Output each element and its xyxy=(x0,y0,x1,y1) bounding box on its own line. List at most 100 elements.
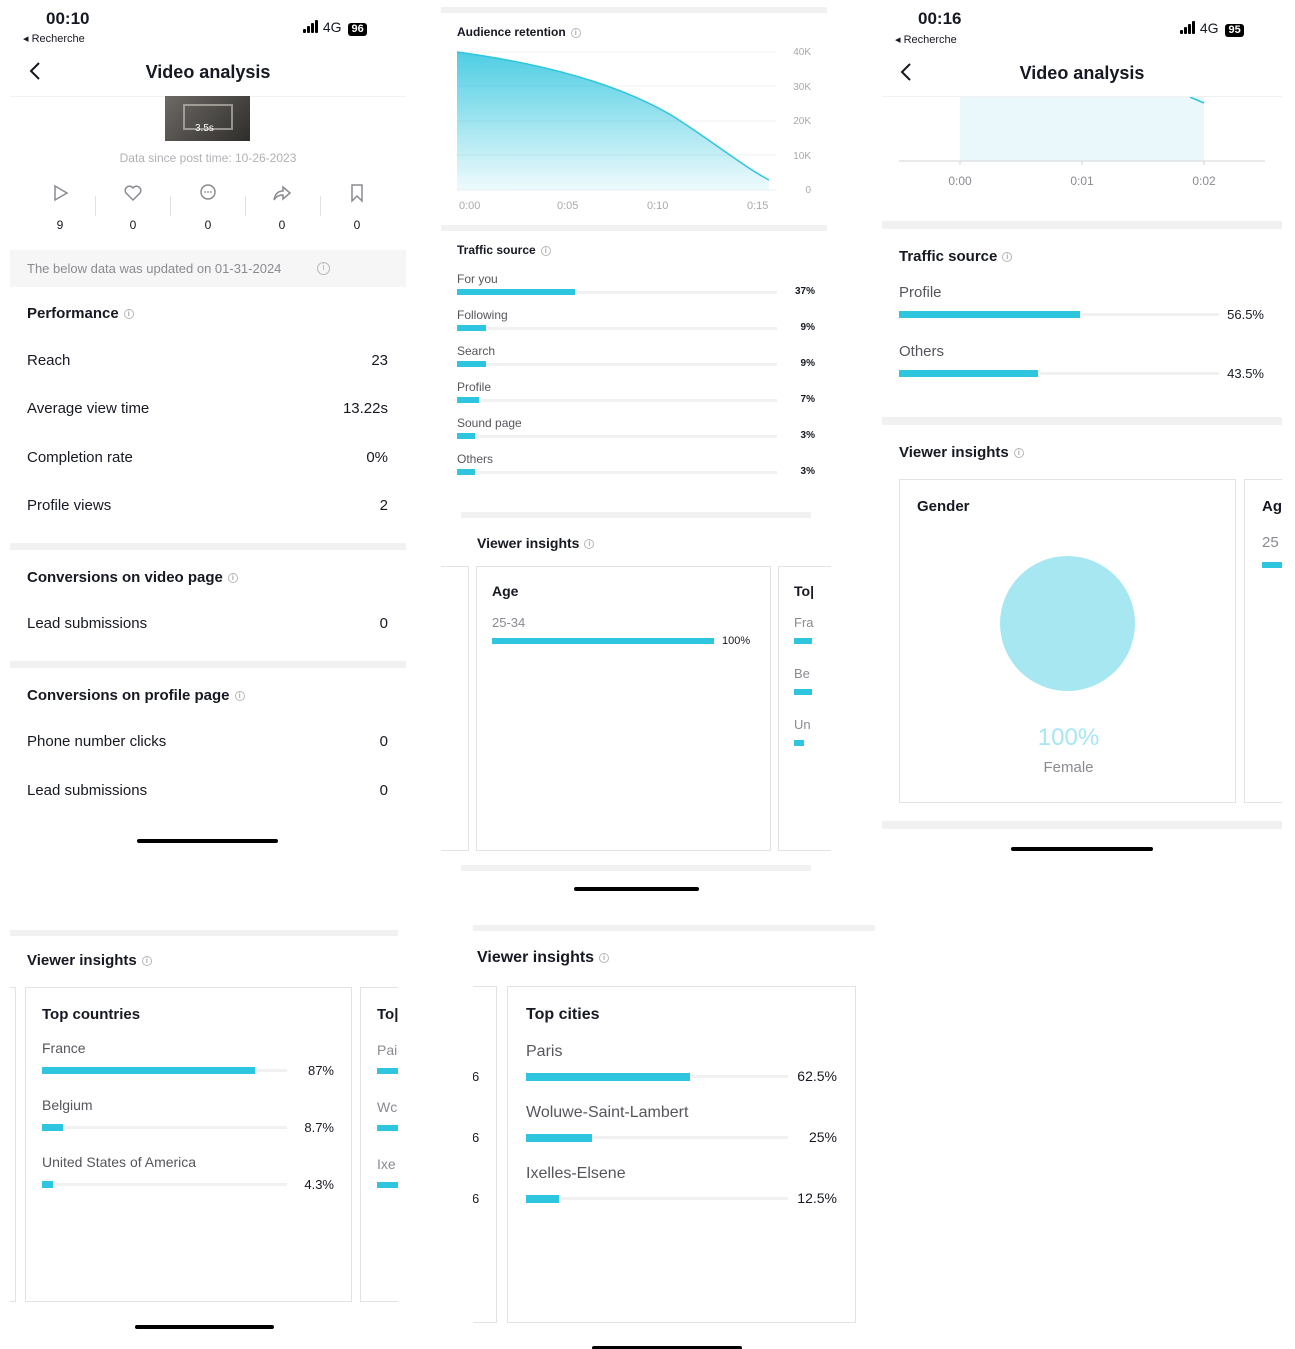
partial-item: Be xyxy=(794,666,810,681)
traffic-source-value: 3% xyxy=(800,430,815,441)
partial-bar xyxy=(377,1125,398,1131)
traffic-source-bar xyxy=(457,469,475,475)
reach-label: Reach xyxy=(27,352,71,369)
country-bar xyxy=(42,1067,255,1074)
partial-item: Pai xyxy=(377,1042,398,1058)
traffic-source-track xyxy=(457,435,777,438)
country-label: Belgium xyxy=(42,1097,93,1113)
age-card-title: Age xyxy=(492,583,519,599)
country-track xyxy=(42,1126,287,1129)
video-lead-submissions-label: Lead submissions xyxy=(27,615,148,632)
x-tick-label: 0:10 xyxy=(647,200,668,212)
page-title: Video analysis xyxy=(145,62,271,82)
traffic-source-bar xyxy=(457,397,479,403)
traffic-source-label: Others xyxy=(899,343,945,360)
engagement-saves: 0 xyxy=(342,183,372,232)
engagement-comments: 0 xyxy=(193,183,223,232)
viewer-insights-title: Viewer insights i xyxy=(27,952,152,969)
signal-icon xyxy=(303,20,319,36)
partial-bar xyxy=(1262,562,1282,568)
city-label: Ixelles-Elsene xyxy=(526,1165,626,1182)
info-icon[interactable]: i xyxy=(570,27,581,38)
panel-retention-traffic: Audience retention i 40K 30K 20K 10K 0 0:… xyxy=(441,0,831,900)
partial-bar xyxy=(794,689,812,695)
retention-chart: 40K 30K 20K 10K 0 0:00 0:05 0:10 0:15 xyxy=(456,47,811,212)
home-indicator[interactable] xyxy=(135,1325,274,1329)
home-indicator[interactable] xyxy=(1011,847,1153,851)
battery-icon: 95 xyxy=(1225,24,1244,37)
retention-title: Audience retention i xyxy=(457,25,581,39)
panel-traffic-gender: 00:16 ◂ Recherche 4G 95 Video analysis 0… xyxy=(882,0,1282,870)
partial-right-card[interactable]: To| Fra Be Un xyxy=(778,566,831,851)
age-range-label: 25-34 xyxy=(492,615,526,630)
signal-icon xyxy=(1180,21,1196,37)
conversions-video-title-text: Conversions on video page xyxy=(27,569,223,586)
info-icon[interactable]: i xyxy=(1002,252,1013,263)
profile-lead-submissions-value: 0 xyxy=(379,782,388,799)
comments-count: 0 xyxy=(204,218,212,232)
traffic-source-track xyxy=(457,471,777,474)
top-divider xyxy=(473,925,875,931)
section-divider xyxy=(882,417,1282,425)
partial-card-title: Ag xyxy=(1262,498,1282,515)
traffic-source-value: 37% xyxy=(794,286,815,297)
info-icon[interactable]: i xyxy=(141,956,152,967)
network-label: 4G xyxy=(1199,20,1219,36)
info-icon[interactable]: i xyxy=(227,573,238,584)
partial-item: 25 xyxy=(1262,534,1279,551)
reach-value: 23 xyxy=(371,352,388,369)
home-indicator[interactable] xyxy=(137,839,278,843)
x-tick-label: 0:05 xyxy=(557,200,578,212)
city-value: 12.5% xyxy=(797,1190,837,1206)
age-card[interactable]: Age 25-34 100% xyxy=(476,566,771,851)
partial-age-card[interactable]: Ag 25 xyxy=(1244,479,1282,803)
partial-right-card[interactable]: To| Pai Wc Ixe xyxy=(360,987,398,1302)
info-icon[interactable]: i xyxy=(540,245,551,256)
traffic-source-title-text: Traffic source xyxy=(457,243,536,257)
partial-left-card[interactable]: 6 6 6 xyxy=(473,986,497,1323)
x-tick-label: 0:15 xyxy=(747,200,768,212)
country-value: 8.7% xyxy=(304,1120,334,1135)
retention-title-text: Audience retention xyxy=(457,25,566,39)
home-indicator[interactable] xyxy=(574,887,699,891)
avg-view-time-value: 13.22s xyxy=(342,400,388,417)
back-to-search-link[interactable]: ◂ Recherche xyxy=(23,32,85,45)
x-tick-label: 0:00 xyxy=(459,200,480,212)
traffic-source-value: 3% xyxy=(800,466,815,477)
updated-notice-text: The below data was updated on 01-31-2024 xyxy=(27,261,282,276)
country-value: 4.3% xyxy=(304,1177,334,1192)
top-countries-card[interactable]: Top countries France 87% Belgium 8.7% United… xyxy=(25,987,352,1302)
back-to-search-link[interactable]: ◂ Recherche xyxy=(895,33,957,46)
phone-clicks-value: 0 xyxy=(379,733,388,750)
gender-card[interactable]: Gender 100% Female xyxy=(899,479,1236,803)
panel-video-analysis-top: 00:10 ◂ Recherche 4G 96 Video analysis 3… xyxy=(10,0,406,870)
traffic-source-label: Search xyxy=(457,344,496,358)
traffic-source-label: Others xyxy=(457,452,494,466)
info-icon[interactable]: i xyxy=(584,539,595,550)
info-icon[interactable]: i xyxy=(234,691,245,702)
traffic-source-bar xyxy=(457,325,486,331)
conversions-video-title: Conversions on video page i xyxy=(27,569,238,586)
plays-count: 9 xyxy=(56,218,64,232)
traffic-source-label: Profile xyxy=(899,284,942,301)
viewer-insights-title-text: Viewer insights xyxy=(899,444,1009,461)
retention-chart-zoomed: 0:00 0:01 0:02 xyxy=(899,97,1265,188)
info-icon[interactable]: i xyxy=(599,952,610,963)
section-divider xyxy=(10,661,406,668)
stat-divider xyxy=(95,196,96,216)
age-value: 100% xyxy=(722,635,751,647)
city-bar xyxy=(526,1073,690,1081)
video-thumbnail[interactable]: 3.5s xyxy=(165,96,250,141)
traffic-source-title: Traffic source i xyxy=(457,243,551,257)
country-bar xyxy=(42,1124,63,1131)
city-value: 62.5% xyxy=(797,1068,837,1084)
y-tick-label: 10K xyxy=(793,151,811,162)
top-cities-card[interactable]: Top cities Paris 62.5% Woluwe-Saint-Lamber… xyxy=(507,986,856,1323)
video-lead-submissions-value: 0 xyxy=(379,615,388,632)
info-icon[interactable]: i xyxy=(317,262,330,275)
traffic-source-title-text: Traffic source xyxy=(899,248,998,265)
info-icon[interactable]: i xyxy=(1013,448,1024,459)
profile-lead-submissions-label: Lead submissions xyxy=(27,782,148,799)
info-icon[interactable]: i xyxy=(123,309,134,320)
x-tick-label: 0:00 xyxy=(948,174,972,188)
